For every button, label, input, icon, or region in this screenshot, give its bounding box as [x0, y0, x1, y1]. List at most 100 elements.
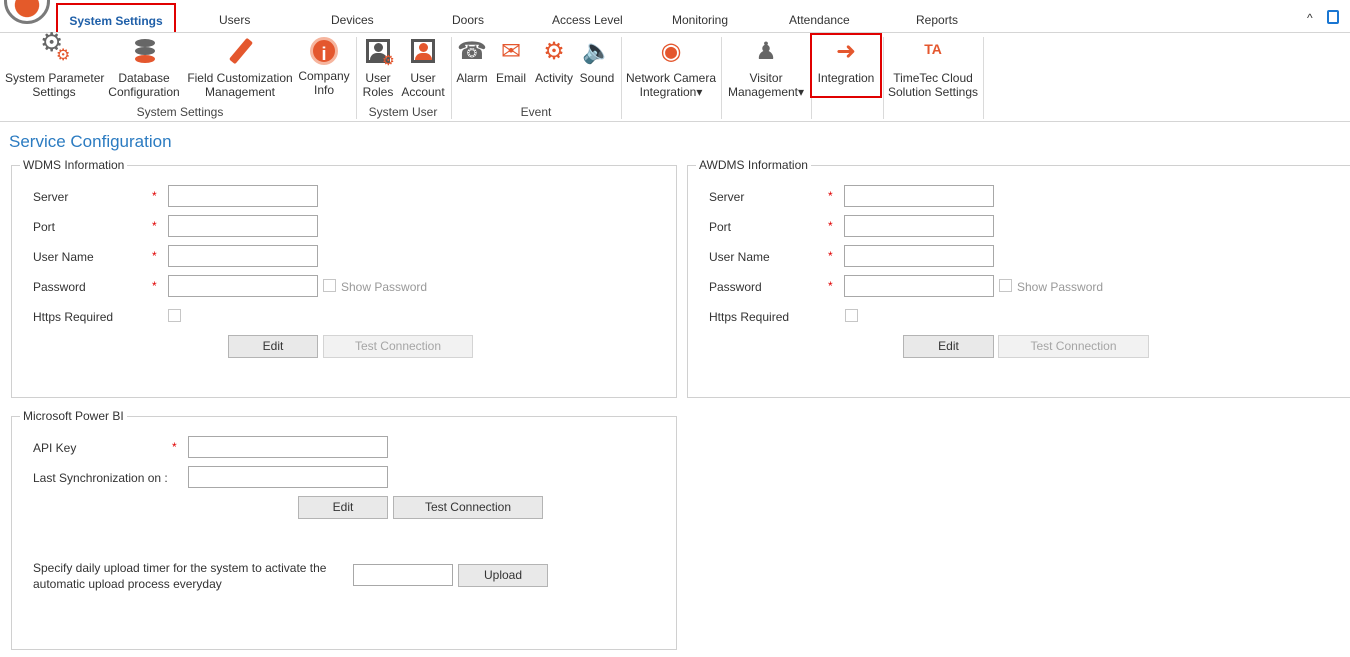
wdms-information-panel: WDMS Information [11, 158, 677, 398]
alarm-button[interactable]: ☎ Alarm [455, 37, 489, 85]
upload-button[interactable]: Upload [458, 564, 548, 587]
tab-users[interactable]: Users [219, 13, 250, 27]
tab-system-settings[interactable]: System Settings [56, 3, 176, 35]
panel-legend: AWDMS Information [699, 158, 808, 172]
awdms-show-password-checkbox[interactable] [999, 279, 1012, 292]
email-icon: ✉ [500, 38, 522, 65]
required-mark: * [828, 219, 833, 233]
activity-icon: ⚙ [543, 38, 565, 65]
tab-reports[interactable]: Reports [916, 13, 958, 27]
required-mark: * [152, 189, 157, 203]
system-parameter-settings-button[interactable]: System Parameter Settings [5, 35, 104, 99]
button-label-dropdown: Management▾ [727, 85, 805, 99]
required-mark: * [152, 249, 157, 263]
button-label: Email [495, 71, 526, 85]
tab-devices[interactable]: Devices [331, 13, 374, 27]
awdms-test-connection-button[interactable]: Test Connection [998, 335, 1149, 358]
api-key-label: API Key [33, 441, 77, 455]
group-separator [451, 37, 452, 119]
port-label: Port [33, 220, 56, 234]
group-separator [983, 37, 984, 119]
button-label: Sound [579, 71, 615, 85]
powerbi-edit-button[interactable]: Edit [298, 496, 388, 519]
last-synchronization-label: Last Synchronization on : [33, 471, 168, 485]
awdms-https-required-checkbox[interactable] [845, 309, 858, 322]
button-label: Info [313, 83, 334, 97]
integration-icon: ➜ [835, 38, 857, 65]
wdms-username-input[interactable] [168, 245, 318, 267]
user-account-button[interactable]: User Account [399, 37, 447, 99]
integration-button[interactable]: ➜ Integration [814, 37, 878, 85]
awdms-port-input[interactable] [844, 215, 994, 237]
awdms-username-input[interactable] [844, 245, 994, 267]
tab-attendance[interactable]: Attendance [789, 13, 850, 27]
user-account-icon [407, 37, 439, 67]
activity-button[interactable]: ⚙ Activity [532, 37, 576, 85]
port-label: Port [709, 220, 732, 234]
button-label: Activity [534, 71, 573, 85]
button-label: Account [401, 85, 445, 99]
button-label: Database [118, 71, 170, 85]
timetec-icon: TA [924, 41, 942, 57]
wdms-port-input[interactable] [168, 215, 318, 237]
wdms-password-input[interactable] [168, 275, 318, 297]
network-camera-integration-button[interactable]: ◉ Network Camera Integration▾ [625, 37, 717, 99]
awdms-edit-button[interactable]: Edit [903, 335, 994, 358]
required-mark: * [828, 279, 833, 293]
wdms-test-connection-button[interactable]: Test Connection [323, 335, 473, 358]
password-label: Password [33, 280, 86, 294]
powerbi-test-connection-button[interactable]: Test Connection [393, 496, 543, 519]
alarm-icon: ☎ [457, 38, 487, 65]
database-configuration-button[interactable]: Database Configuration [106, 37, 182, 99]
button-label-dropdown: Integration▾ [639, 85, 703, 99]
camera-icon: ◉ [660, 38, 682, 65]
button-label: Management [204, 85, 276, 99]
awdms-password-input[interactable] [844, 275, 994, 297]
username-label: User Name [709, 250, 770, 264]
group-separator [621, 37, 622, 119]
https-required-label: Https Required [709, 310, 790, 324]
tab-doors[interactable]: Doors [452, 13, 484, 27]
button-label: Roles [362, 85, 394, 99]
wdms-show-password-checkbox[interactable] [323, 279, 336, 292]
panel-legend: Microsoft Power BI [23, 409, 124, 423]
group-label-event: Event [520, 105, 552, 119]
wdms-https-required-checkbox[interactable] [168, 309, 181, 322]
button-label: Integration [817, 71, 875, 85]
email-button[interactable]: ✉ Email [494, 37, 528, 85]
required-mark: * [172, 440, 177, 454]
wdms-server-input[interactable] [168, 185, 318, 207]
api-key-input[interactable] [188, 436, 388, 458]
field-customization-management-button[interactable]: Field Customization Management [186, 37, 294, 99]
timetec-cloud-solution-settings-button[interactable]: TA TimeTec Cloud Solution Settings [886, 37, 980, 99]
required-mark: * [828, 249, 833, 263]
office-icon[interactable] [1327, 10, 1339, 24]
collapse-ribbon-icon[interactable]: ^ [1307, 11, 1313, 25]
ribbon-tab-bar: System Settings Users Devices Doors Acce… [0, 0, 1350, 35]
dropdown-arrow-icon: ▾ [696, 85, 703, 99]
last-synchronization-input[interactable] [188, 466, 388, 488]
user-roles-button[interactable]: ⚙ User Roles [360, 37, 396, 99]
tab-monitoring[interactable]: Monitoring [672, 13, 728, 27]
button-label: Configuration [108, 85, 180, 99]
username-label: User Name [33, 250, 94, 264]
required-mark: * [152, 279, 157, 293]
panel-legend: WDMS Information [23, 158, 125, 172]
group-separator [721, 37, 722, 119]
group-label-system-settings: System Settings [136, 105, 224, 119]
app-orb-icon[interactable] [4, 0, 50, 24]
wdms-edit-button[interactable]: Edit [228, 335, 318, 358]
awdms-server-input[interactable] [844, 185, 994, 207]
pencil-icon [224, 37, 256, 67]
sound-button[interactable]: 🔈 Sound [578, 37, 616, 85]
visitor-management-button[interactable]: ♟ Visitor Management▾ [725, 37, 807, 99]
button-label: Visitor [749, 71, 783, 85]
upload-timer-input[interactable] [353, 564, 453, 586]
company-info-button[interactable]: i Company Info [297, 37, 351, 97]
button-label: Company [298, 69, 350, 83]
database-icon [128, 37, 160, 67]
dropdown-arrow-icon: ▾ [798, 85, 805, 99]
show-password-label: Show Password [1017, 280, 1104, 294]
upload-timer-description: Specify daily upload timer for the syste… [33, 561, 327, 591]
tab-access-level[interactable]: Access Level [552, 13, 623, 27]
